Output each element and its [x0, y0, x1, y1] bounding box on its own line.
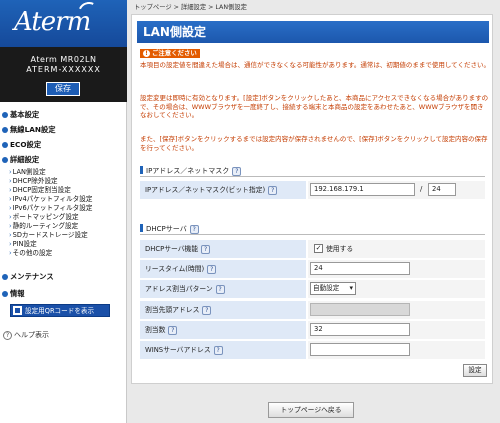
save-button[interactable]: 保存: [46, 82, 80, 96]
wins-address-label-text: WINSサーバアドレス: [145, 346, 211, 354]
lease-time-help-button[interactable]: ?: [207, 265, 217, 274]
lease-time-label: リースタイム(時間)?: [140, 260, 306, 278]
model-name: Aterm MR02LN: [30, 55, 97, 64]
back-to-top-button[interactable]: トップページへ戻る: [268, 402, 354, 418]
ip-address-input[interactable]: 192.168.179.1: [310, 183, 415, 196]
dhcp-server-func-row: DHCPサーバ機能? ✓ 使用する: [140, 240, 485, 258]
nav-eco[interactable]: ECO設定: [2, 140, 41, 150]
dhcp-server-func-help-button[interactable]: ?: [201, 245, 211, 254]
ip-address-help-button[interactable]: ?: [268, 186, 278, 195]
start-address-input[interactable]: [310, 303, 410, 316]
wins-address-input[interactable]: [310, 343, 410, 356]
dhcp-section-header: DHCPサーバ?: [140, 223, 485, 235]
lease-time-input[interactable]: 24: [310, 262, 410, 275]
lease-time-value-cell: 24: [308, 260, 485, 278]
start-address-help-button[interactable]: ?: [202, 306, 212, 315]
assign-count-input[interactable]: 32: [310, 323, 410, 336]
dhcp-server-func-label-text: DHCPサーバ機能: [145, 245, 199, 253]
dhcp-section-help-button[interactable]: ?: [189, 225, 199, 234]
address-pattern-row: アドレス割当パターン? 自動設定: [140, 280, 485, 298]
left-sidebar: Aterm Aterm MR02LN ATERM-XXXXXX 保存 基本設定 …: [0, 0, 127, 423]
help-label: ヘルプ表示: [14, 331, 49, 339]
ip-section-help-button[interactable]: ?: [232, 167, 242, 176]
nav-detail-settings[interactable]: 詳細設定: [2, 155, 39, 165]
caution-badge: ご注意ください: [140, 49, 200, 58]
qr-code-icon: [13, 306, 22, 315]
dhcp-server-func-label: DHCPサーバ機能?: [140, 240, 306, 258]
assign-count-row: 割当数? 32: [140, 321, 485, 339]
lease-time-label-text: リースタイム(時間): [145, 265, 205, 273]
address-pattern-select[interactable]: 自動設定: [310, 282, 356, 295]
netmask-input[interactable]: 24: [428, 183, 456, 196]
nav-other[interactable]: その他の設定: [9, 247, 53, 257]
dhcp-server-checkbox[interactable]: ✓: [314, 244, 323, 253]
ip-address-label: IPアドレス／ネットマスク(ビット指定)?: [140, 181, 306, 199]
help-toggle[interactable]: ? ヘルプ表示: [3, 330, 49, 340]
help-icon: ?: [3, 331, 12, 340]
assign-count-help-button[interactable]: ?: [168, 326, 178, 335]
ip-address-label-text: IPアドレス／ネットマスク(ビット指定): [145, 186, 266, 194]
assign-count-label: 割当数?: [140, 321, 306, 339]
address-pattern-label: アドレス割当パターン?: [140, 280, 306, 298]
model-id: ATERM-XXXXXX: [26, 65, 101, 74]
ip-section-header: IPアドレス／ネットマスク?: [140, 165, 485, 177]
section-mark: [140, 224, 143, 232]
nav-maintenance[interactable]: メンテナンス: [2, 272, 54, 282]
logo-area: Aterm: [0, 0, 127, 47]
address-pattern-value-cell: 自動設定: [308, 280, 485, 298]
nav-basic-settings[interactable]: 基本設定: [2, 110, 39, 120]
start-address-value-cell: [308, 301, 485, 319]
wins-address-help-button[interactable]: ?: [213, 346, 223, 355]
dhcp-server-func-value-cell: ✓ 使用する: [308, 240, 485, 258]
dhcp-section-title: DHCPサーバ: [146, 225, 187, 233]
start-address-row: 割当先頭アドレス?: [140, 301, 485, 319]
start-address-label-text: 割当先頭アドレス: [145, 306, 200, 314]
qr-code-button-label: 設定用QRコードを表示: [25, 307, 95, 315]
wins-address-value-cell: [308, 341, 485, 359]
netmask-separator: /: [420, 185, 423, 193]
page-root: Aterm Aterm MR02LN ATERM-XXXXXX 保存 基本設定 …: [0, 0, 500, 423]
address-pattern-help-button[interactable]: ?: [215, 285, 225, 294]
caution-text-2: 設定変更は即時に有効となります。[設定]ボタンをクリックしたあと、本商品にアクセ…: [140, 94, 489, 119]
page-title: LAN側設定: [137, 21, 489, 43]
caution-text-1: 本項目の設定値を間違えた場合は、通信ができなくなる可能性があります。通常は、初期…: [140, 61, 490, 69]
model-box: Aterm MR02LN ATERM-XXXXXX 保存: [0, 47, 127, 102]
ip-address-row: IPアドレス／ネットマスク(ビット指定)? 192.168.179.1 / 24: [140, 181, 485, 199]
wins-address-row: WINSサーバアドレス?: [140, 341, 485, 359]
dhcp-server-checkbox-label: 使用する: [326, 245, 354, 253]
start-address-label: 割当先頭アドレス?: [140, 301, 306, 319]
assign-count-label-text: 割当数: [145, 326, 166, 334]
ip-section-title: IPアドレス／ネットマスク: [146, 167, 230, 175]
setting-button[interactable]: 設定: [463, 364, 487, 377]
lease-time-row: リースタイム(時間)? 24: [140, 260, 485, 278]
assign-count-value-cell: 32: [308, 321, 485, 339]
nav-info[interactable]: 情報: [2, 289, 25, 299]
nav-wireless-lan[interactable]: 無線LAN設定: [2, 125, 56, 135]
ip-address-value-cell: 192.168.179.1 / 24: [308, 181, 485, 199]
wins-address-label: WINSサーバアドレス?: [140, 341, 306, 359]
caution-text-3: また、[保存]ボタンをクリックするまでは設定内容が保存されませんので、[保存]ボ…: [140, 135, 488, 152]
section-mark: [140, 166, 143, 174]
main-content: LAN側設定 ご注意ください 本項目の設定値を間違えた場合は、通信ができなくなる…: [131, 14, 493, 384]
qr-code-button[interactable]: 設定用QRコードを表示: [10, 304, 110, 317]
breadcrumb: トップページ > 詳細設定 > LAN側設定: [134, 4, 247, 11]
address-pattern-label-text: アドレス割当パターン: [145, 285, 213, 293]
